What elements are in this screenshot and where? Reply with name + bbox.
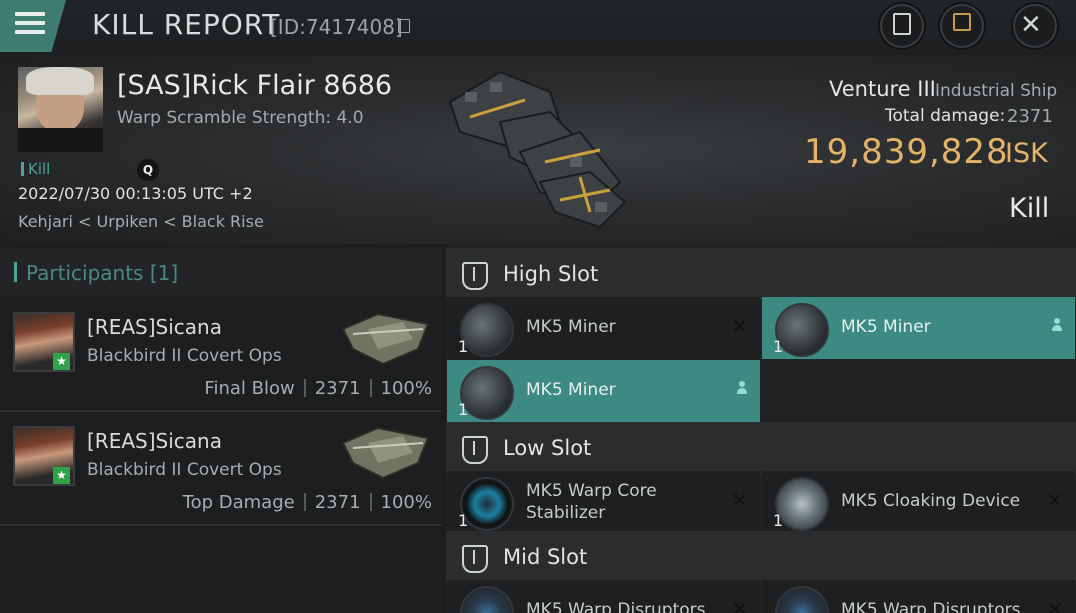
kill-tag-marker (21, 162, 24, 176)
module-item[interactable]: 1 MK5 Miner (447, 360, 760, 422)
kill-location[interactable]: Kehjari < Urpiken < Black Rise (18, 212, 264, 231)
copy-icon[interactable] (398, 19, 410, 33)
participant-role: Final Blow (204, 378, 295, 399)
participant-damage: 2371 (314, 378, 361, 399)
module-item[interactable]: 1 MK5 Miner (762, 297, 1075, 359)
avatar-body (18, 128, 103, 152)
module-quantity: 1 (458, 337, 469, 356)
module-name: MK5 Warp Core Stabilizer (526, 480, 657, 524)
clipboard-icon (893, 13, 911, 35)
remove-icon: ✕ (731, 597, 748, 613)
module-name-line1: MK5 Warp Core (526, 481, 657, 501)
isk-value: 19,839,828 (804, 132, 1009, 172)
module-item[interactable]: MK5 Warp Disruptors ✕ (447, 580, 760, 613)
warp-disruptor-icon (460, 586, 514, 613)
slot-icon (462, 545, 488, 573)
isk-unit: ISK (1005, 138, 1048, 169)
participant-stats: Final Blow 2371 100% (204, 378, 432, 399)
high-slot-title: High Slot (503, 262, 599, 286)
star-icon: ★ (53, 467, 70, 484)
module-name: MK5 Cloaking Device (841, 491, 1021, 511)
low-slot-header: Low Slot (446, 422, 1076, 474)
high-slot-header: High Slot (446, 248, 1076, 300)
user-icon (1052, 318, 1062, 331)
participant-percent: 100% (380, 378, 432, 399)
module-name: MK5 Warp Disruptors (841, 600, 1021, 613)
module-item[interactable]: 1 MK5 Miner ✕ (447, 297, 760, 359)
participant-damage: 2371 (314, 492, 361, 513)
module-name: MK5 Miner (841, 317, 931, 337)
module-name: MK5 Warp Disruptors (526, 600, 706, 613)
participants-marker (14, 262, 17, 282)
participant-ship: Blackbird II Covert Ops (87, 346, 282, 366)
close-icon: ✕ (1020, 10, 1042, 40)
warp-scramble-strength: Warp Scramble Strength: 4.0 (117, 108, 364, 128)
victim-name[interactable]: [SAS]Rick Flair 8686 (117, 70, 392, 101)
total-damage-label: Total damage: (885, 106, 1006, 126)
warp-disruptor-icon (775, 586, 829, 613)
participant-stats: Top Damage 2371 100% (183, 492, 432, 513)
user-icon (737, 381, 747, 394)
module-item[interactable]: 1 MK5 Warp Core Stabilizer ✕ (447, 471, 760, 533)
participant-row[interactable]: ★ [REAS]Sicana Blackbird II Covert Ops F… (0, 298, 442, 412)
module-quantity: 1 (458, 400, 469, 419)
participant-ship-image[interactable] (338, 418, 434, 488)
mid-slot-header: Mid Slot (446, 531, 1076, 583)
module-item[interactable]: MK5 Warp Disruptors ✕ (762, 580, 1075, 613)
slot-icon (462, 262, 488, 290)
module-quantity: 1 (773, 337, 784, 356)
kill-tag: Kill (28, 160, 51, 178)
module-item[interactable]: 1 MK5 Cloaking Device ✕ (762, 471, 1075, 533)
q-badge: Q (137, 159, 159, 181)
victim-ship-class: Industrial Ship (935, 81, 1058, 101)
victim-ship-image[interactable] (430, 62, 640, 242)
star-icon: ★ (53, 353, 70, 370)
remove-icon: ✕ (1046, 597, 1063, 613)
slot-icon (462, 436, 488, 464)
total-damage-value: 2371 (1007, 106, 1053, 127)
avatar-hair (26, 67, 94, 95)
kill-result: Kill (1009, 193, 1050, 224)
module-name-line2: Stabilizer (526, 503, 606, 523)
report-id: [ID:7417408] (270, 15, 403, 39)
participant-role: Top Damage (182, 492, 295, 513)
remove-icon: ✕ (1046, 488, 1063, 512)
low-slot-title: Low Slot (503, 436, 592, 460)
remove-icon: ✕ (731, 314, 748, 338)
participant-ship-image[interactable] (338, 304, 434, 374)
module-quantity: 1 (458, 511, 469, 530)
participants-title: Participants [1] (26, 261, 179, 285)
share-icon (953, 13, 971, 31)
victim-ship-name[interactable]: Venture III (829, 77, 936, 101)
participant-ship: Blackbird II Covert Ops (87, 460, 282, 480)
module-name: MK5 Miner (526, 380, 616, 400)
kill-timestamp: 2022/07/30 00:13:05 UTC +2 (18, 184, 253, 203)
participant-row[interactable]: ★ [REAS]Sicana Blackbird II Covert Ops T… (0, 412, 442, 526)
module-name: MK5 Miner (526, 317, 616, 337)
mid-slot-title: Mid Slot (503, 545, 588, 569)
remove-icon: ✕ (731, 488, 748, 512)
module-quantity: 1 (773, 511, 784, 530)
participant-name[interactable]: [REAS]Sicana (87, 315, 222, 339)
participant-name[interactable]: [REAS]Sicana (87, 429, 222, 453)
participant-percent: 100% (380, 492, 432, 513)
page-title: KILL REPORT (92, 8, 281, 41)
